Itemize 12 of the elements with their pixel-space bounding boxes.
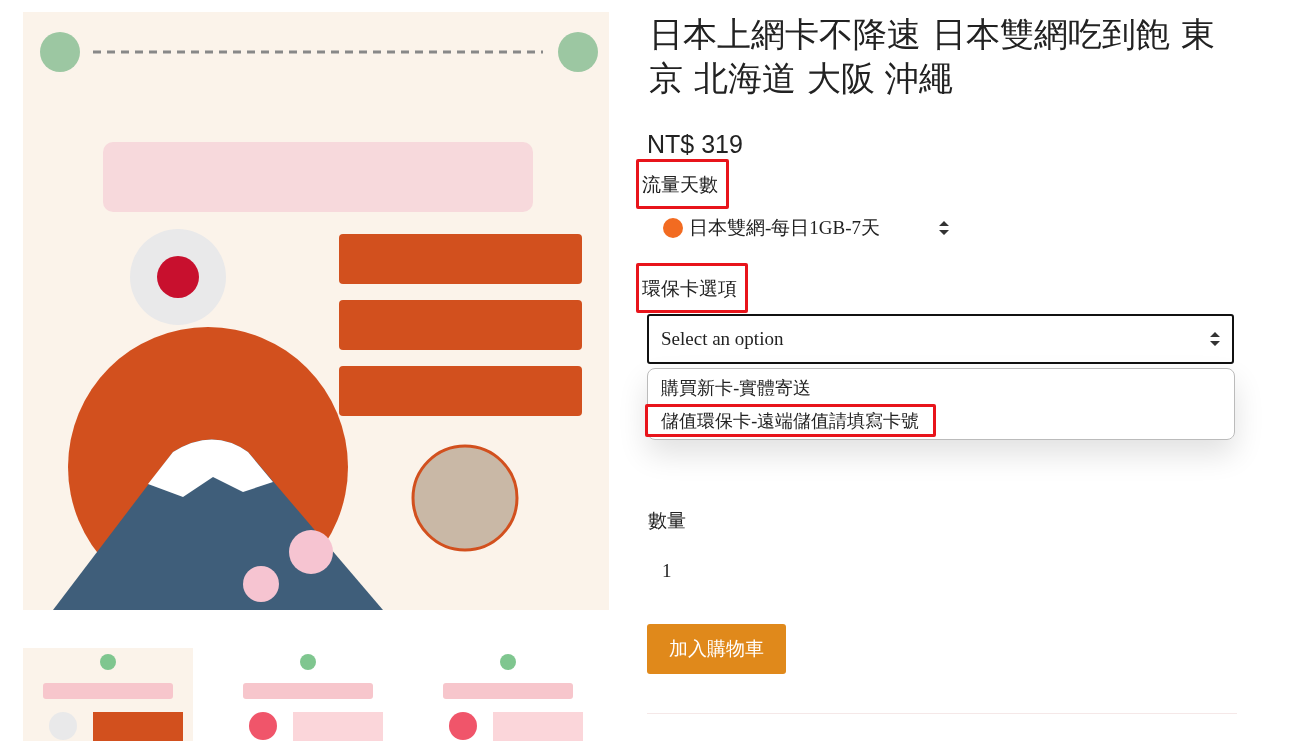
field-label: 環保卡選項 xyxy=(636,263,748,313)
field-label: 流量天數 xyxy=(636,159,729,209)
plan-select[interactable]: 日本雙網-每日1GB-7天 xyxy=(663,213,949,243)
quantity-field[interactable]: 1 xyxy=(659,556,725,586)
option-select[interactable]: Select an option xyxy=(647,314,1234,364)
price: NT$ 319 xyxy=(647,130,743,159)
sort-arrows-icon xyxy=(1210,332,1220,346)
product-title: 日本上網卡不降速 日本雙網吃到飽 東京 北海道 大阪 沖繩 xyxy=(649,13,1216,100)
dropdown-option[interactable]: 儲值環保卡-遠端儲值請填寫卡號 xyxy=(645,404,936,437)
dropdown-option[interactable]: 購買新卡-實體寄送 xyxy=(645,371,828,404)
field-label: 數量 xyxy=(648,508,686,533)
sort-arrows-icon xyxy=(939,221,949,235)
